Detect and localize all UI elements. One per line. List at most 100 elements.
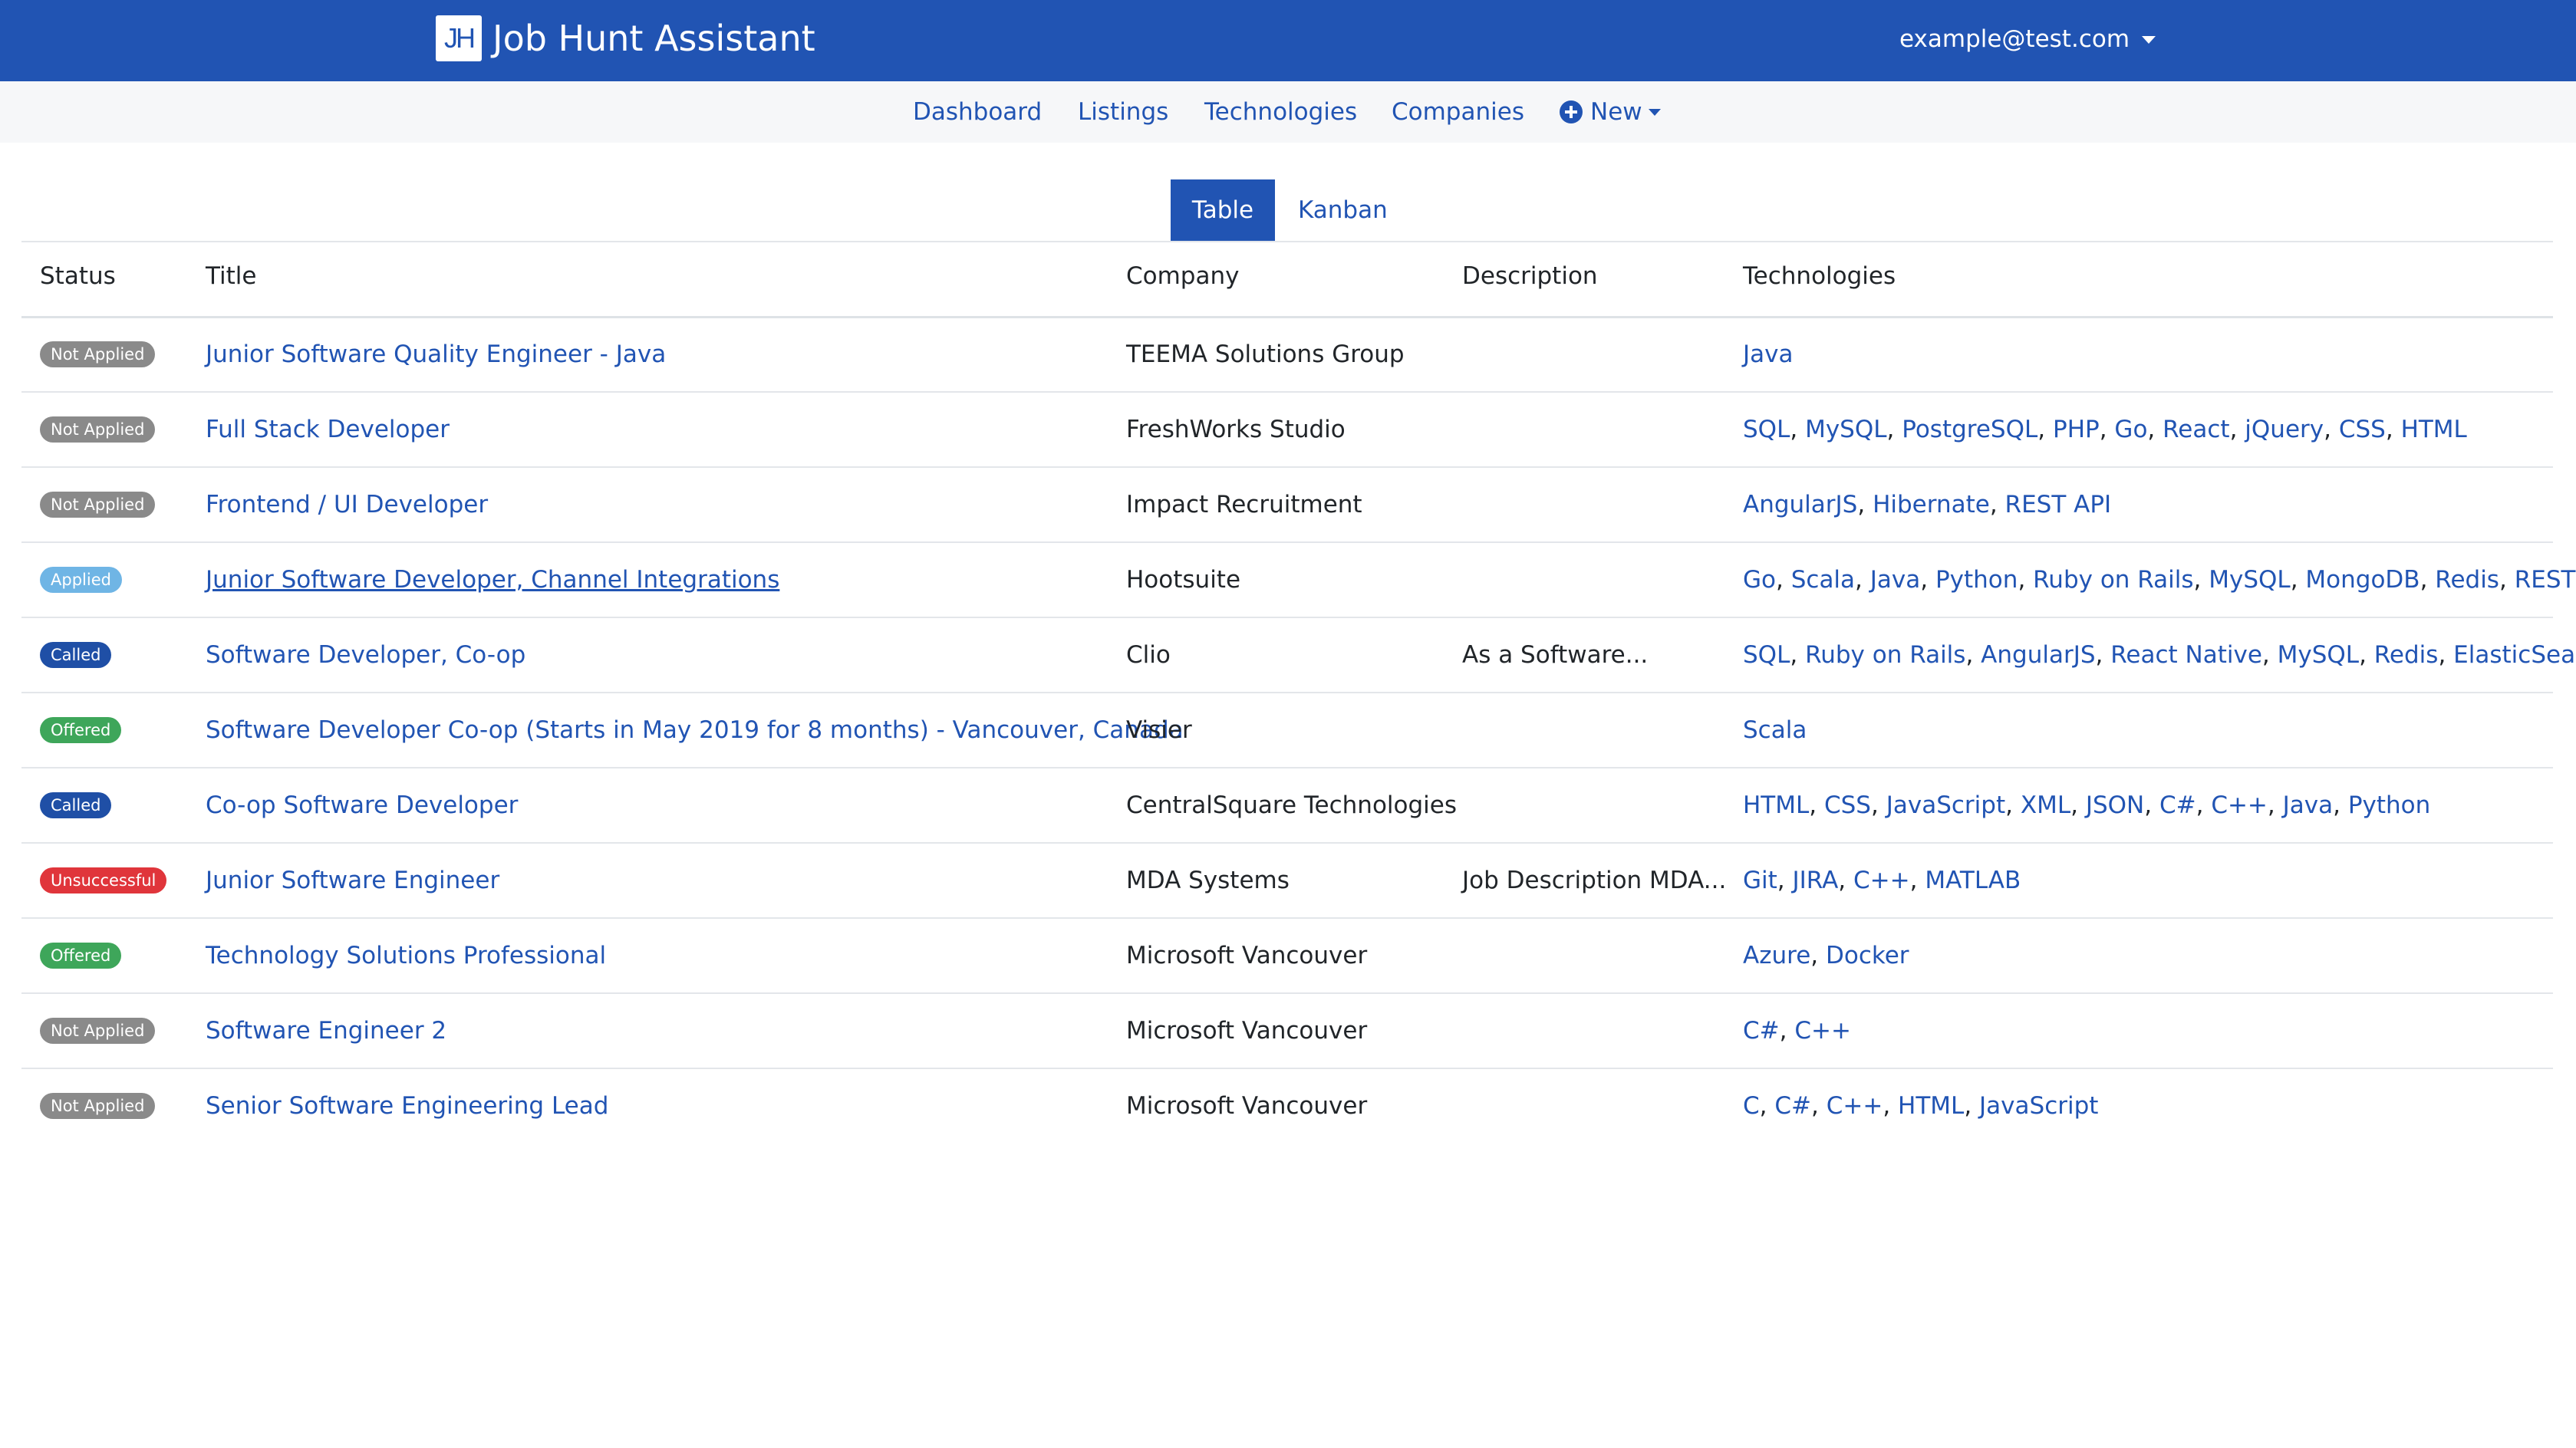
technology-link[interactable]: MongoDB — [2305, 566, 2420, 594]
user-menu-dropdown[interactable]: example@test.com — [1899, 20, 2156, 58]
technology-separator: , — [2290, 566, 2306, 594]
technologies-cell: HTML, CSS, JavaScript, XML, JSON, C#, C+… — [1743, 768, 2430, 842]
technology-link[interactable]: Go — [1743, 566, 1776, 594]
technology-link[interactable]: C++ — [1794, 1017, 1851, 1045]
technology-link[interactable]: MATLAB — [1925, 867, 2021, 894]
technology-link[interactable]: Ruby on Rails — [2033, 566, 2193, 594]
tab-table[interactable]: Table — [1171, 179, 1275, 241]
technology-link[interactable]: REST API — [2515, 566, 2576, 594]
technology-link[interactable]: Scala — [1791, 566, 1855, 594]
technology-link[interactable]: PostgreSQL — [1902, 416, 2037, 443]
technology-link[interactable]: XML — [2021, 791, 2070, 819]
technology-link[interactable]: HTML — [2401, 416, 2467, 443]
company-cell: Microsoft Vancouver — [1126, 1092, 1368, 1120]
technology-link[interactable]: C# — [1774, 1092, 1811, 1120]
technology-link[interactable]: CSS — [2339, 416, 2386, 443]
technology-link[interactable]: C++ — [1827, 1092, 1883, 1120]
technology-separator: , — [1883, 1092, 1899, 1120]
status-cell: Applied — [40, 543, 122, 617]
technology-link[interactable]: Java — [2283, 791, 2333, 819]
technology-link[interactable]: REST API — [2005, 491, 2112, 518]
technology-link[interactable]: SQL — [1743, 641, 1790, 669]
technology-separator: , — [2359, 641, 2374, 669]
technology-link[interactable]: ElasticSearch — [2453, 641, 2576, 669]
technology-separator: , — [1790, 641, 1806, 669]
listing-title-link[interactable]: Software Developer Co-op (Starts in May … — [206, 716, 1184, 744]
technology-link[interactable]: SQL — [1743, 416, 1790, 443]
technology-link[interactable]: jQuery — [2245, 416, 2324, 443]
table-row: Applied Junior Software Developer, Channe… — [21, 543, 2576, 618]
technology-link[interactable]: Ruby on Rails — [1805, 641, 1965, 669]
technology-link[interactable]: C++ — [1853, 867, 1910, 894]
listing-title-link[interactable]: Co-op Software Developer — [206, 791, 518, 819]
status-badge: Offered — [40, 717, 122, 743]
technology-separator: , — [1964, 1092, 1980, 1120]
technology-link[interactable]: Python — [1935, 566, 2018, 594]
listing-title-link[interactable]: Software Developer, Co-op — [206, 641, 525, 669]
technology-link[interactable]: HTML — [1898, 1092, 1964, 1120]
status-badge: Offered — [40, 943, 122, 969]
technology-link[interactable]: AngularJS — [1743, 491, 1857, 518]
listing-title-link[interactable]: Junior Software Engineer — [206, 867, 499, 894]
listing-title-link[interactable]: Junior Software Developer, Channel Integ… — [206, 566, 779, 594]
listing-title-link[interactable]: Software Engineer 2 — [206, 1017, 446, 1045]
technology-separator: , — [1871, 791, 1886, 819]
nav-listings[interactable]: Listings — [1078, 95, 1168, 129]
technology-link[interactable]: C# — [2159, 791, 2196, 819]
listing-title-link[interactable]: Frontend / UI Developer — [206, 491, 488, 518]
technology-link[interactable]: JSON — [2086, 791, 2144, 819]
technology-link[interactable]: React — [2163, 416, 2229, 443]
technology-separator: , — [2267, 791, 2283, 819]
table-row: Offered Technology Solutions Professional… — [21, 919, 2553, 994]
technology-link[interactable]: Python — [2348, 791, 2430, 819]
technology-link[interactable]: Git — [1743, 867, 1777, 894]
technology-link[interactable]: JavaScript — [1886, 791, 2005, 819]
technology-link[interactable]: C — [1743, 1092, 1760, 1120]
technology-link[interactable]: JIRA — [1793, 867, 1839, 894]
technology-link[interactable]: C++ — [2211, 791, 2268, 819]
technology-link[interactable]: Java — [1870, 566, 1920, 594]
technology-link[interactable]: AngularJS — [1981, 641, 2095, 669]
technologies-cell: Azure, Docker — [1743, 919, 1909, 992]
listing-title-link[interactable]: Full Stack Developer — [206, 416, 450, 443]
technology-link[interactable]: Go — [2114, 416, 2147, 443]
technology-link[interactable]: Azure — [1743, 942, 1810, 969]
technology-link[interactable]: HTML — [1743, 791, 1809, 819]
title-cell: Full Stack Developer — [206, 393, 450, 466]
listing-title-link[interactable]: Senior Software Engineering Lead — [206, 1092, 608, 1120]
technology-separator: , — [1989, 491, 2005, 518]
tab-kanban[interactable]: Kanban — [1275, 179, 1411, 241]
company-cell: Clio — [1126, 641, 1171, 669]
nav-companies[interactable]: Companies — [1392, 95, 1524, 129]
status-cell: Called — [40, 768, 112, 842]
technology-link[interactable]: Hibernate — [1873, 491, 1990, 518]
technology-link[interactable]: MySQL — [2278, 641, 2359, 669]
technology-link[interactable]: MySQL — [2209, 566, 2290, 594]
title-cell: Junior Software Developer, Channel Integ… — [206, 543, 779, 617]
nav-dashboard[interactable]: Dashboard — [913, 95, 1042, 129]
nav-new-dropdown[interactable]: New — [1560, 95, 1661, 129]
technology-link[interactable]: Java — [1743, 341, 1793, 368]
brand-logo: JH — [436, 15, 482, 61]
technology-link[interactable]: JavaScript — [1979, 1092, 2098, 1120]
technology-link[interactable]: Docker — [1826, 942, 1909, 969]
technology-link[interactable]: Redis — [2374, 641, 2439, 669]
listing-title-link[interactable]: Technology Solutions Professional — [206, 942, 606, 969]
technology-separator: , — [2037, 416, 2053, 443]
technology-link[interactable]: React Native — [2110, 641, 2262, 669]
technology-link[interactable]: PHP — [2053, 416, 2100, 443]
technology-separator: , — [2229, 416, 2245, 443]
technology-link[interactable]: CSS — [1824, 791, 1871, 819]
brand-link[interactable]: JH Job Hunt Assistant — [436, 15, 815, 61]
technology-separator: , — [2385, 416, 2401, 443]
listing-title-link[interactable]: Junior Software Quality Engineer - Java — [206, 341, 666, 368]
technology-link[interactable]: C# — [1743, 1017, 1780, 1045]
technology-link[interactable]: Scala — [1743, 716, 1807, 744]
title-cell: Software Developer Co-op (Starts in May … — [206, 693, 1184, 767]
description-cell: As a Software... — [1462, 641, 1649, 669]
technology-link[interactable]: Redis — [2435, 566, 2499, 594]
nav-technologies[interactable]: Technologies — [1204, 95, 1357, 129]
technologies-cell: AngularJS, Hibernate, REST API — [1743, 468, 2111, 541]
technology-link[interactable]: MySQL — [1805, 416, 1886, 443]
title-cell: Software Engineer 2 — [206, 994, 446, 1068]
